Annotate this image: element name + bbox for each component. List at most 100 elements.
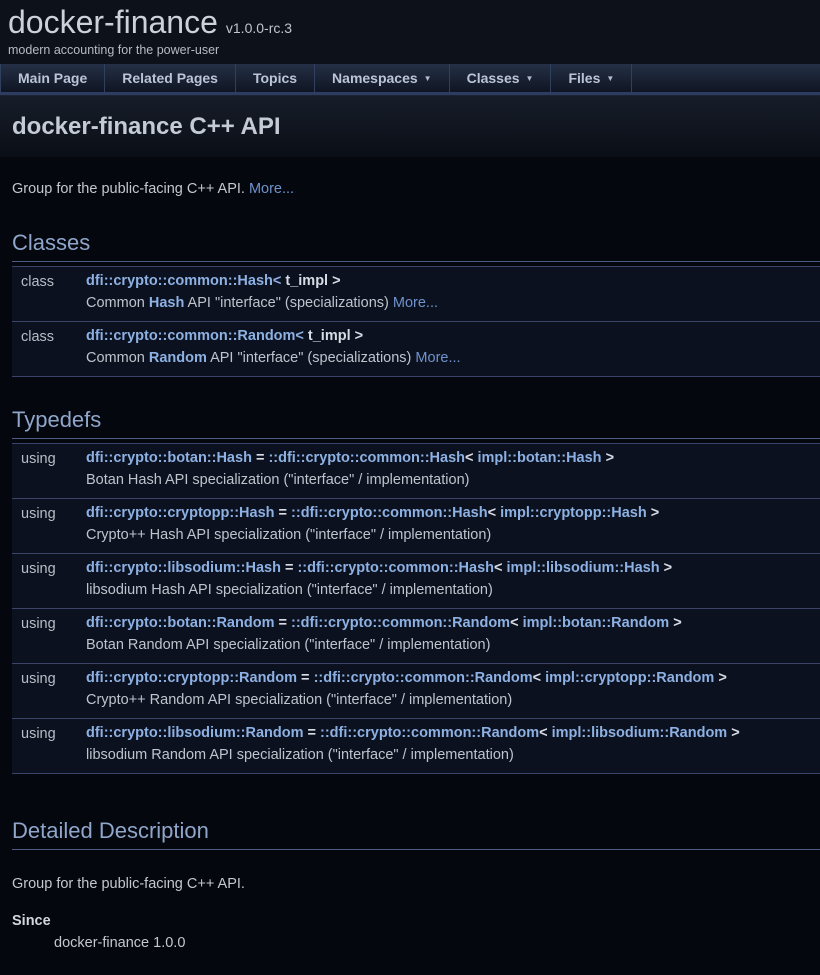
description-text: Crypto++ Hash API specialization ("inter… xyxy=(86,527,491,543)
member-text: < xyxy=(465,450,478,466)
member-text: > xyxy=(647,505,660,521)
project-title-row: docker-finance v1.0.0-rc.3 xyxy=(8,4,820,40)
nav-item-files[interactable]: Files▼ xyxy=(551,64,632,92)
description-text: Crypto++ Random API specialization ("int… xyxy=(86,692,512,708)
intro-more-link[interactable]: More... xyxy=(249,181,294,197)
member-link[interactable]: dfi::crypto::botan::Random xyxy=(86,615,274,631)
member-link[interactable]: ::dfi::crypto::common::Random xyxy=(291,615,510,631)
main-nav: Main Page Related Pages Topics Namespace… xyxy=(0,64,820,95)
member-text: = xyxy=(281,560,298,576)
member-link[interactable]: dfi::crypto::cryptopp::Random xyxy=(86,670,297,686)
classes-table: classdfi::crypto::common::Hash< t_impl >… xyxy=(12,266,820,377)
member-link[interactable]: impl::libsodium::Random xyxy=(552,725,728,741)
member-text: t_impl > xyxy=(304,328,363,344)
member-link[interactable]: impl::botan::Random xyxy=(523,615,670,631)
nav-item-topics[interactable]: Topics xyxy=(236,64,315,92)
member-row: usingdfi::crypto::botan::Hash = ::dfi::c… xyxy=(12,443,820,498)
description-text: Common xyxy=(86,350,149,366)
member-cell: dfi::crypto::botan::Hash = ::dfi::crypto… xyxy=(86,448,820,491)
member-kind-label: using xyxy=(12,723,86,766)
member-text: = xyxy=(303,725,320,741)
member-text: > xyxy=(727,725,740,741)
member-declaration: dfi::crypto::botan::Random = ::dfi::cryp… xyxy=(86,613,820,634)
section-heading-typedefs: Typedefs xyxy=(12,407,820,439)
more-link[interactable]: More... xyxy=(415,350,460,366)
member-text: t_impl > xyxy=(281,273,340,289)
member-link[interactable]: impl::libsodium::Hash xyxy=(507,560,660,576)
member-link[interactable]: dfi::crypto::common::Hash< xyxy=(86,273,281,289)
member-declaration: dfi::crypto::cryptopp::Hash = ::dfi::cry… xyxy=(86,503,820,524)
member-text: < xyxy=(494,560,507,576)
nav-item-classes[interactable]: Classes▼ xyxy=(450,64,552,92)
member-link[interactable]: impl::botan::Hash xyxy=(478,450,602,466)
member-link[interactable]: impl::cryptopp::Hash xyxy=(500,505,647,521)
member-link[interactable]: dfi::crypto::libsodium::Hash xyxy=(86,560,281,576)
description-text: API "interface" (specializations) xyxy=(207,350,416,366)
member-text: > xyxy=(714,670,727,686)
member-link[interactable]: ::dfi::crypto::common::Hash xyxy=(297,560,494,576)
nav-item-related-pages[interactable]: Related Pages xyxy=(105,64,236,92)
member-link[interactable]: ::dfi::crypto::common::Hash xyxy=(268,450,465,466)
member-description: Botan Random API specialization ("interf… xyxy=(86,635,820,656)
description-text: Botan Random API specialization ("interf… xyxy=(86,637,490,653)
project-brief: modern accounting for the power-user xyxy=(8,43,820,57)
member-kind-label: using xyxy=(12,503,86,546)
member-text: < xyxy=(533,670,546,686)
since-label: Since xyxy=(12,913,820,929)
member-row: classdfi::crypto::common::Hash< t_impl >… xyxy=(12,266,820,321)
member-description: Crypto++ Hash API specialization ("inter… xyxy=(86,525,820,546)
member-text: > xyxy=(669,615,682,631)
description-text: Common xyxy=(86,295,149,311)
member-link[interactable]: dfi::crypto::cryptopp::Hash xyxy=(86,505,275,521)
page-title: docker-finance C++ API xyxy=(12,113,808,141)
more-link[interactable]: More... xyxy=(393,295,438,311)
chevron-down-icon: ▼ xyxy=(606,74,614,83)
nav-item-label: Classes xyxy=(467,70,520,86)
page-contents: Group for the public-facing C++ API.More… xyxy=(0,179,820,975)
section-heading-detailed-description: Detailed Description xyxy=(12,818,820,850)
member-row: usingdfi::crypto::libsodium::Random = ::… xyxy=(12,718,820,773)
member-row: usingdfi::crypto::libsodium::Hash = ::df… xyxy=(12,553,820,608)
member-declaration: dfi::crypto::common::Random< t_impl > xyxy=(86,326,820,347)
nav-item-main-page[interactable]: Main Page xyxy=(0,64,105,92)
since-block: Since docker-finance 1.0.0 xyxy=(12,913,820,951)
nav-tab-list: Main Page Related Pages Topics Namespace… xyxy=(0,64,820,92)
member-text: > xyxy=(602,450,615,466)
project-version: v1.0.0-rc.3 xyxy=(226,20,292,36)
member-cell: dfi::crypto::common::Random< t_impl >Com… xyxy=(86,326,820,369)
since-value: docker-finance 1.0.0 xyxy=(54,935,820,951)
site-header: docker-finance v1.0.0-rc.3 modern accoun… xyxy=(0,0,820,64)
member-text: < xyxy=(488,505,501,521)
nav-item-label: Namespaces xyxy=(332,70,418,86)
member-text: < xyxy=(539,725,552,741)
member-kind-label: using xyxy=(12,613,86,656)
section-heading-classes: Classes xyxy=(12,230,820,262)
member-text: = xyxy=(297,670,314,686)
description-text: Botan Hash API specialization ("interfac… xyxy=(86,472,469,488)
member-text: > xyxy=(660,560,673,576)
member-cell: dfi::crypto::libsodium::Random = ::dfi::… xyxy=(86,723,820,766)
member-kind-label: class xyxy=(12,271,86,314)
member-link[interactable]: impl::cryptopp::Random xyxy=(545,670,714,686)
intro-paragraph: Group for the public-facing C++ API.More… xyxy=(12,179,820,200)
member-cell: dfi::crypto::cryptopp::Random = ::dfi::c… xyxy=(86,668,820,711)
member-declaration: dfi::crypto::libsodium::Hash = ::dfi::cr… xyxy=(86,558,820,579)
description-link[interactable]: Hash xyxy=(149,295,184,311)
description-text: libsodium Hash API specialization ("inte… xyxy=(86,582,493,598)
member-description: Common Hash API "interface" (specializat… xyxy=(86,293,820,314)
member-link[interactable]: dfi::crypto::libsodium::Random xyxy=(86,725,303,741)
page-title-banner: docker-finance C++ API xyxy=(0,95,820,157)
member-link[interactable]: ::dfi::crypto::common::Hash xyxy=(291,505,488,521)
member-link[interactable]: ::dfi::crypto::common::Random xyxy=(314,670,533,686)
chevron-down-icon: ▼ xyxy=(424,74,432,83)
member-link[interactable]: ::dfi::crypto::common::Random xyxy=(320,725,539,741)
project-name: docker-finance xyxy=(8,4,218,40)
member-row: usingdfi::crypto::cryptopp::Hash = ::dfi… xyxy=(12,498,820,553)
member-link[interactable]: dfi::crypto::common::Random< xyxy=(86,328,304,344)
member-link[interactable]: dfi::crypto::botan::Hash xyxy=(86,450,252,466)
member-text: = xyxy=(252,450,269,466)
typedefs-table: usingdfi::crypto::botan::Hash = ::dfi::c… xyxy=(12,443,820,774)
nav-item-namespaces[interactable]: Namespaces ▼ xyxy=(315,64,450,92)
member-declaration: dfi::crypto::libsodium::Random = ::dfi::… xyxy=(86,723,820,744)
description-link[interactable]: Random xyxy=(149,350,207,366)
